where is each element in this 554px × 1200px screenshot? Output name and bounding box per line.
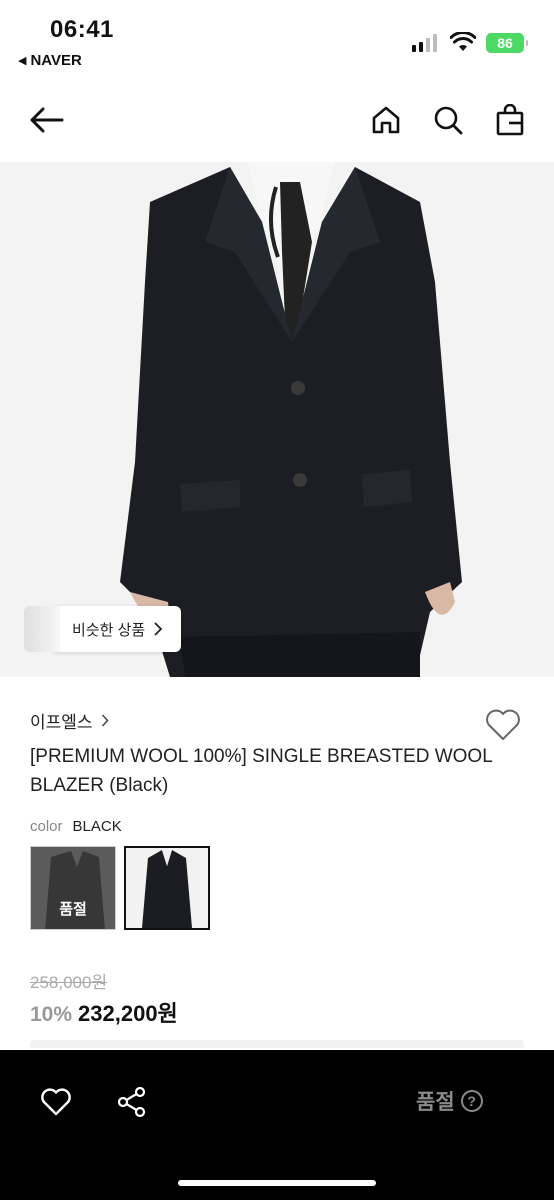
search-icon <box>434 106 463 135</box>
soldout-button[interactable]: 품절 ? <box>416 1086 483 1116</box>
heart-outline-icon <box>486 709 520 740</box>
swatch-soldout-badge: 품절 <box>59 901 87 918</box>
back-triangle-icon: ◀ <box>18 55 27 67</box>
similar-thumbnails <box>24 606 60 652</box>
back-app-label: NAVER <box>30 52 82 69</box>
wishlist-button[interactable] <box>484 706 522 744</box>
section-divider <box>30 1040 524 1048</box>
home-icon <box>372 106 400 134</box>
battery-indicator: 86 <box>486 33 528 53</box>
battery-level: 86 <box>497 35 513 51</box>
brand-name: 이프엘스 <box>30 713 93 732</box>
bottom-wishlist-button[interactable] <box>36 1082 76 1122</box>
cart-button[interactable] <box>490 100 530 140</box>
product-title: [PREMIUM WOOL 100%] SINGLE BREASTED WOOL… <box>30 746 493 796</box>
arrow-left-icon <box>30 107 64 133</box>
similar-products-button[interactable]: 비슷한 상품 <box>24 606 182 652</box>
product-image[interactable] <box>0 162 554 677</box>
share-button[interactable] <box>112 1082 152 1122</box>
search-button[interactable] <box>428 100 468 140</box>
home-indicator <box>178 1180 376 1186</box>
sale-price: 232,200원 <box>78 1001 178 1026</box>
chevron-right-icon <box>154 622 163 636</box>
discount-rate: 10% <box>30 1003 73 1026</box>
back-to-app-link[interactable]: ◀ NAVER <box>18 52 82 69</box>
blazer-photo <box>0 162 554 677</box>
wifi-icon <box>450 32 476 51</box>
color-value: BLACK <box>72 818 122 835</box>
swatch-2-image <box>126 848 208 928</box>
cellular-signal-icon <box>412 34 437 52</box>
home-button[interactable] <box>366 100 406 140</box>
color-option-row: color BLACK <box>30 818 122 835</box>
soldout-label: 품절 <box>416 1091 455 1114</box>
similar-products-pill[interactable]: 비슷한 상품 <box>52 606 182 652</box>
help-icon[interactable]: ? <box>460 1090 483 1112</box>
back-button[interactable] <box>26 100 66 140</box>
brand-link[interactable]: 이프엘스 <box>30 708 109 733</box>
share-icon <box>117 1086 146 1118</box>
color-label: color <box>30 818 63 835</box>
status-bar: 06:41 ◀ NAVER 86 <box>0 0 554 76</box>
bottom-action-bar: 품절 ? <box>0 1050 554 1200</box>
original-price: 258,000원 <box>30 973 108 992</box>
color-swatch-1[interactable]: 품절 <box>30 846 116 930</box>
status-time: 06:41 <box>50 16 114 43</box>
top-nav-bar <box>0 88 554 148</box>
color-swatch-2[interactable] <box>124 846 210 930</box>
price-row: 10% 232,200원 <box>30 996 178 1028</box>
shopping-bag-icon <box>496 104 524 136</box>
heart-icon <box>41 1088 71 1116</box>
chevron-right-icon <box>101 714 109 727</box>
similar-products-label: 비슷한 상품 <box>72 621 146 639</box>
